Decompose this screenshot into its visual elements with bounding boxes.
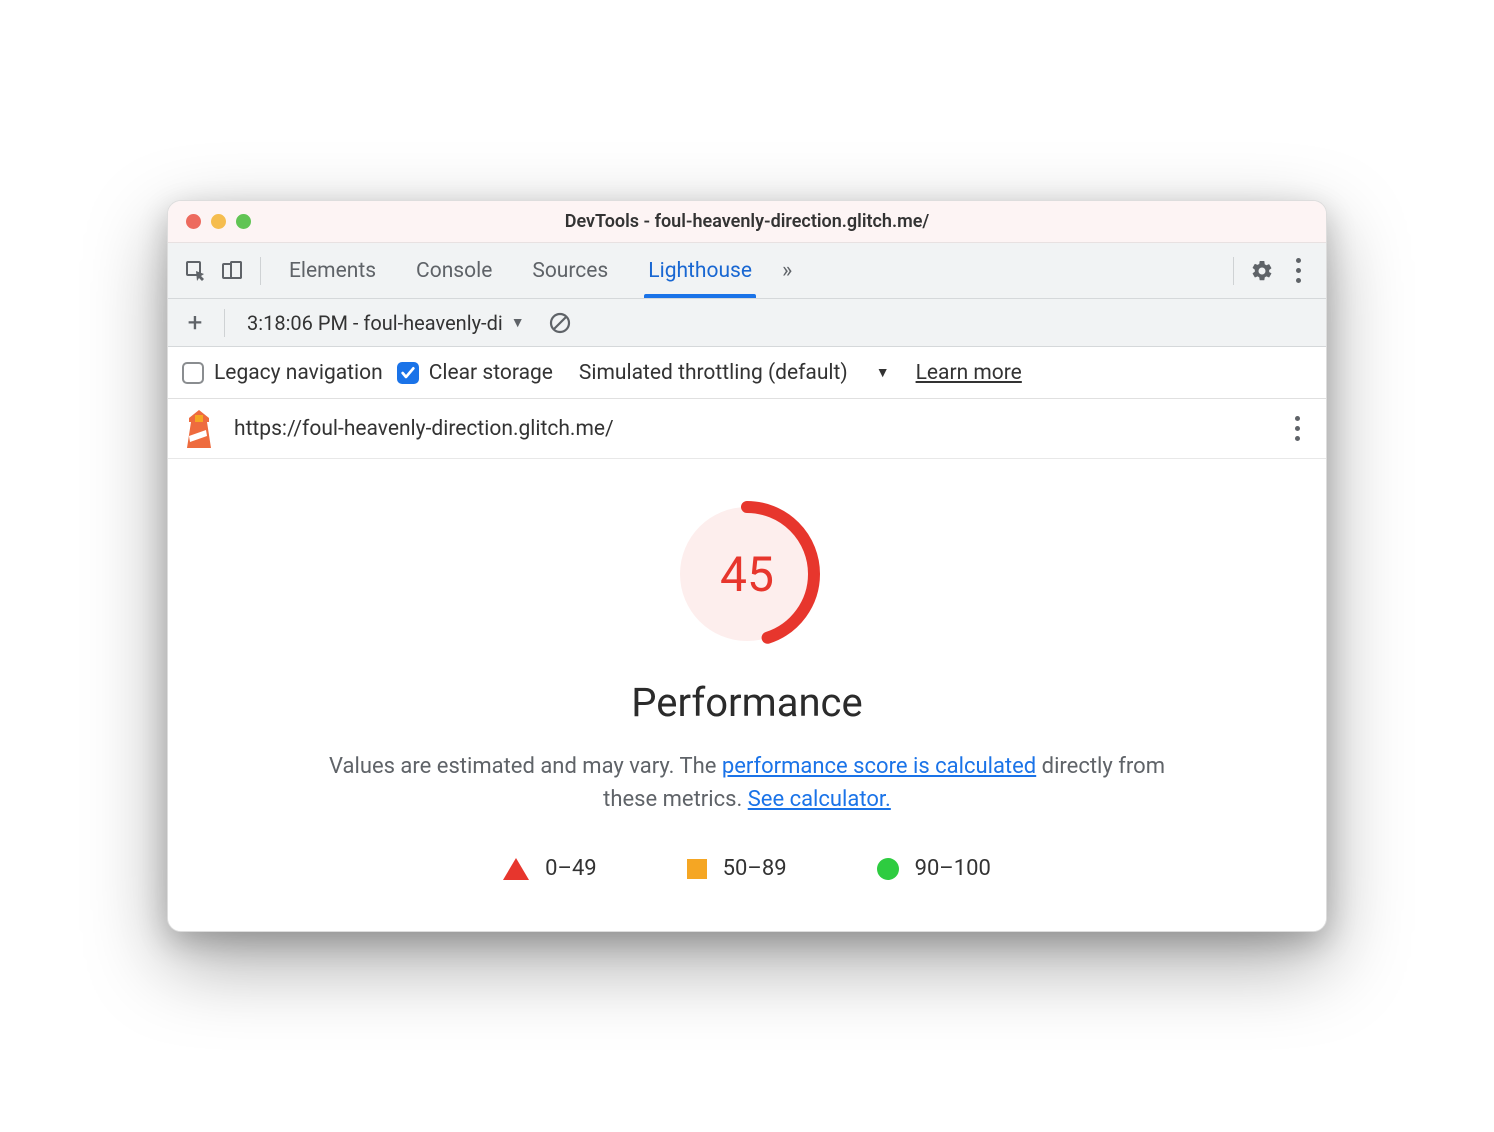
throttling-dropdown-icon[interactable]: ▼ <box>876 364 890 381</box>
legend-fail: 0–49 <box>503 856 597 881</box>
more-options-kebab-icon[interactable] <box>1280 253 1316 289</box>
lighthouse-logo-icon <box>182 410 216 448</box>
settings-gear-icon[interactable] <box>1244 253 1280 289</box>
clear-storage-checkbox[interactable] <box>397 362 419 384</box>
desc-text: Values are estimated and may vary. The <box>329 754 722 779</box>
clear-storage-label: Clear storage <box>429 361 553 385</box>
legacy-nav-option[interactable]: Legacy navigation <box>182 361 383 385</box>
divider <box>260 257 261 285</box>
performance-gauge: 45 <box>672 499 822 649</box>
panel-tabs: Elements Console Sources Lighthouse <box>289 245 752 297</box>
inspect-element-icon[interactable] <box>178 253 214 289</box>
throttling-label: Simulated throttling (default) <box>579 361 848 385</box>
score-calc-link[interactable]: performance score is calculated <box>722 754 1036 779</box>
circle-icon <box>877 858 899 880</box>
legacy-nav-label: Legacy navigation <box>214 361 383 385</box>
learn-more-link[interactable]: Learn more <box>916 361 1022 385</box>
lighthouse-options: Legacy navigation Clear storage Simulate… <box>168 347 1326 399</box>
legacy-nav-checkbox[interactable] <box>182 362 204 384</box>
performance-description: Values are estimated and may vary. The p… <box>322 750 1172 816</box>
report-selector[interactable]: 3:18:06 PM - foul-heavenly-di ▼ <box>247 311 525 335</box>
report-content: 45 Performance Values are estimated and … <box>168 459 1326 931</box>
tab-elements[interactable]: Elements <box>289 245 376 297</box>
legend-pass-label: 90–100 <box>915 856 991 881</box>
report-url-bar: https://foul-heavenly-direction.glitch.m… <box>168 399 1326 459</box>
window-title: DevTools - foul-heavenly-direction.glitc… <box>168 211 1326 232</box>
report-url: https://foul-heavenly-direction.glitch.m… <box>234 417 1264 441</box>
chevron-down-icon: ▼ <box>511 314 525 331</box>
legend-fail-label: 0–49 <box>545 856 597 881</box>
divider <box>1233 257 1234 285</box>
report-selector-label: 3:18:06 PM - foul-heavenly-di <box>247 311 503 335</box>
clear-icon[interactable] <box>547 310 573 336</box>
report-menu-kebab-icon[interactable] <box>1282 416 1312 441</box>
triangle-icon <box>503 858 529 880</box>
divider <box>224 309 225 337</box>
see-calculator-link[interactable]: See calculator. <box>748 787 891 812</box>
legend-average-label: 50–89 <box>723 856 787 881</box>
score-legend: 0–49 50–89 90–100 <box>198 856 1296 881</box>
lighthouse-toolbar: + 3:18:06 PM - foul-heavenly-di ▼ <box>168 299 1326 347</box>
legend-average: 50–89 <box>687 856 787 881</box>
tab-console[interactable]: Console <box>416 245 492 297</box>
performance-score: 45 <box>672 499 822 649</box>
traffic-lights <box>168 214 251 229</box>
titlebar: DevTools - foul-heavenly-direction.glitc… <box>168 201 1326 243</box>
new-report-button[interactable]: + <box>180 308 210 338</box>
tab-lighthouse[interactable]: Lighthouse <box>648 245 752 297</box>
minimize-window-button[interactable] <box>211 214 226 229</box>
close-window-button[interactable] <box>186 214 201 229</box>
square-icon <box>687 859 707 879</box>
clear-storage-option[interactable]: Clear storage <box>397 361 553 385</box>
device-toolbar-icon[interactable] <box>214 253 250 289</box>
maximize-window-button[interactable] <box>236 214 251 229</box>
more-tabs-icon[interactable]: » <box>782 258 792 283</box>
devtools-window: DevTools - foul-heavenly-direction.glitc… <box>167 200 1327 932</box>
main-tabs-row: Elements Console Sources Lighthouse » <box>168 243 1326 299</box>
tab-sources[interactable]: Sources <box>532 245 608 297</box>
performance-heading: Performance <box>198 679 1296 726</box>
legend-pass: 90–100 <box>877 856 991 881</box>
